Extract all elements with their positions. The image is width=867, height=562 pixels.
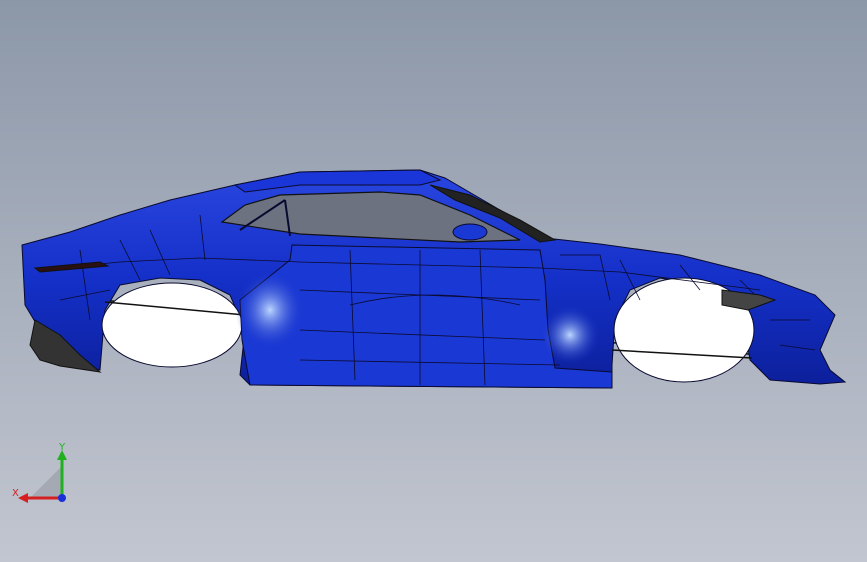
side-mirror bbox=[452, 223, 488, 241]
rear-wheel-arch bbox=[101, 282, 243, 368]
x-axis-head bbox=[18, 493, 28, 503]
z-axis-dot bbox=[58, 494, 66, 502]
highlight-rear bbox=[235, 270, 305, 350]
x-axis-label: X bbox=[12, 488, 19, 499]
triad-plane-icon bbox=[30, 466, 62, 498]
highlight-front bbox=[540, 305, 600, 365]
cad-viewport[interactable]: X Y bbox=[0, 0, 867, 562]
car-body-model[interactable] bbox=[0, 0, 867, 562]
y-axis-label: Y bbox=[58, 442, 66, 453]
axis-triad: X Y bbox=[12, 442, 67, 503]
